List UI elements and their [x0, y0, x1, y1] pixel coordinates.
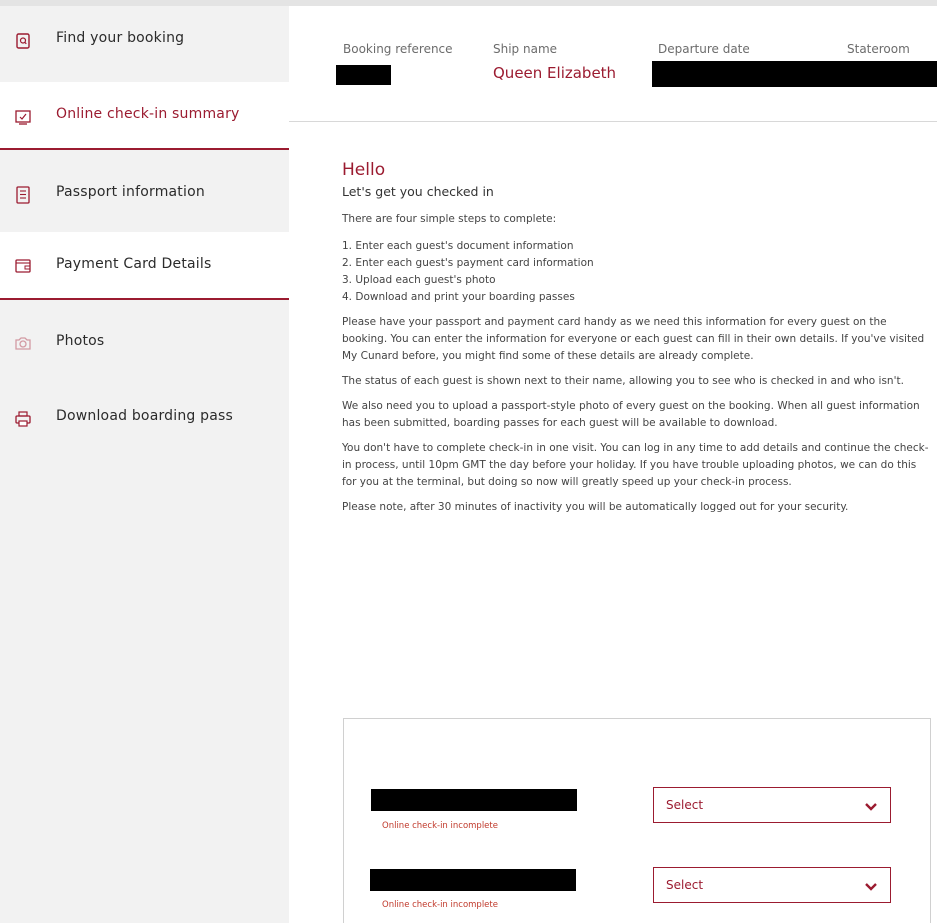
- search-document-icon: [14, 32, 32, 50]
- printer-icon: [14, 410, 32, 428]
- sidebar-nav: Find your booking Online check-in summar…: [0, 6, 289, 923]
- ship-name-value: Queen Elizabeth: [493, 64, 617, 82]
- step-item: 2. Enter each guest's payment card infor…: [342, 257, 594, 269]
- greeting-title: Hello: [342, 160, 386, 180]
- sidebar-item-photos[interactable]: Photos: [0, 302, 289, 378]
- chevron-down-icon: [864, 799, 878, 813]
- sidebar-item-find-booking[interactable]: Find your booking: [0, 6, 289, 82]
- sidebar-item-checkin-summary[interactable]: Online check-in summary: [0, 82, 289, 150]
- sidebar-item-label: Download boarding pass: [56, 408, 234, 424]
- guest-status: Online check-in incomplete: [382, 821, 498, 831]
- sidebar-item-label: Passport information: [56, 184, 205, 200]
- departure-date-redacted: [652, 61, 937, 87]
- sidebar-item-label: Online check-in summary: [56, 106, 240, 122]
- sidebar-item-label: Find your booking: [56, 30, 185, 46]
- step-item: 4. Download and print your boarding pass…: [342, 291, 575, 303]
- steps-list: 1. Enter each guest's document informati…: [342, 238, 932, 306]
- departure-date-label: Departure date: [658, 42, 750, 56]
- info-paragraph: Please note, after 30 minutes of inactiv…: [342, 501, 849, 513]
- select-value: Select: [666, 798, 704, 812]
- booking-reference-label: Booking reference: [343, 42, 453, 56]
- info-paragraph: The status of each guest is shown next t…: [342, 375, 904, 387]
- chevron-down-icon: [864, 879, 878, 893]
- guest-name-redacted: [370, 869, 576, 891]
- info-paragraph: You don't have to complete check-in in o…: [342, 442, 929, 488]
- guest-list-panel: Online check-in incomplete Select Online…: [343, 718, 931, 923]
- info-paragraph: We also need you to upload a passport-st…: [342, 400, 920, 429]
- sidebar-item-label: Photos: [56, 333, 105, 349]
- checkin-intro: Hello Let's get you checked in There are…: [342, 160, 932, 524]
- summary-icon: [14, 108, 32, 126]
- sidebar-item-payment-card[interactable]: Payment Card Details: [0, 232, 289, 300]
- sidebar-item-passport[interactable]: Passport information: [0, 152, 289, 232]
- steps-intro: There are four simple steps to complete:: [342, 213, 557, 225]
- guest-action-select[interactable]: Select: [653, 867, 891, 903]
- camera-icon: [14, 334, 32, 352]
- ship-name-label: Ship name: [493, 42, 558, 56]
- guest-action-select[interactable]: Select: [653, 787, 891, 823]
- booking-reference-redacted: [336, 65, 391, 85]
- wallet-icon: [14, 257, 32, 275]
- step-item: 1. Enter each guest's document informati…: [342, 240, 574, 252]
- stateroom-label: Stateroom: [847, 42, 910, 56]
- info-paragraph: Please have your passport and payment ca…: [342, 316, 925, 362]
- booking-header: Booking reference Ship name Queen Elizab…: [289, 6, 937, 122]
- sidebar-item-label: Payment Card Details: [56, 256, 212, 272]
- greeting-subtitle: Let's get you checked in: [342, 184, 494, 199]
- passport-icon: [14, 186, 32, 204]
- step-item: 3. Upload each guest's photo: [342, 274, 496, 286]
- select-value: Select: [666, 878, 704, 892]
- guest-name-redacted: [371, 789, 577, 811]
- guest-status: Online check-in incomplete: [382, 900, 498, 910]
- sidebar-item-boarding-pass[interactable]: Download boarding pass: [0, 378, 289, 458]
